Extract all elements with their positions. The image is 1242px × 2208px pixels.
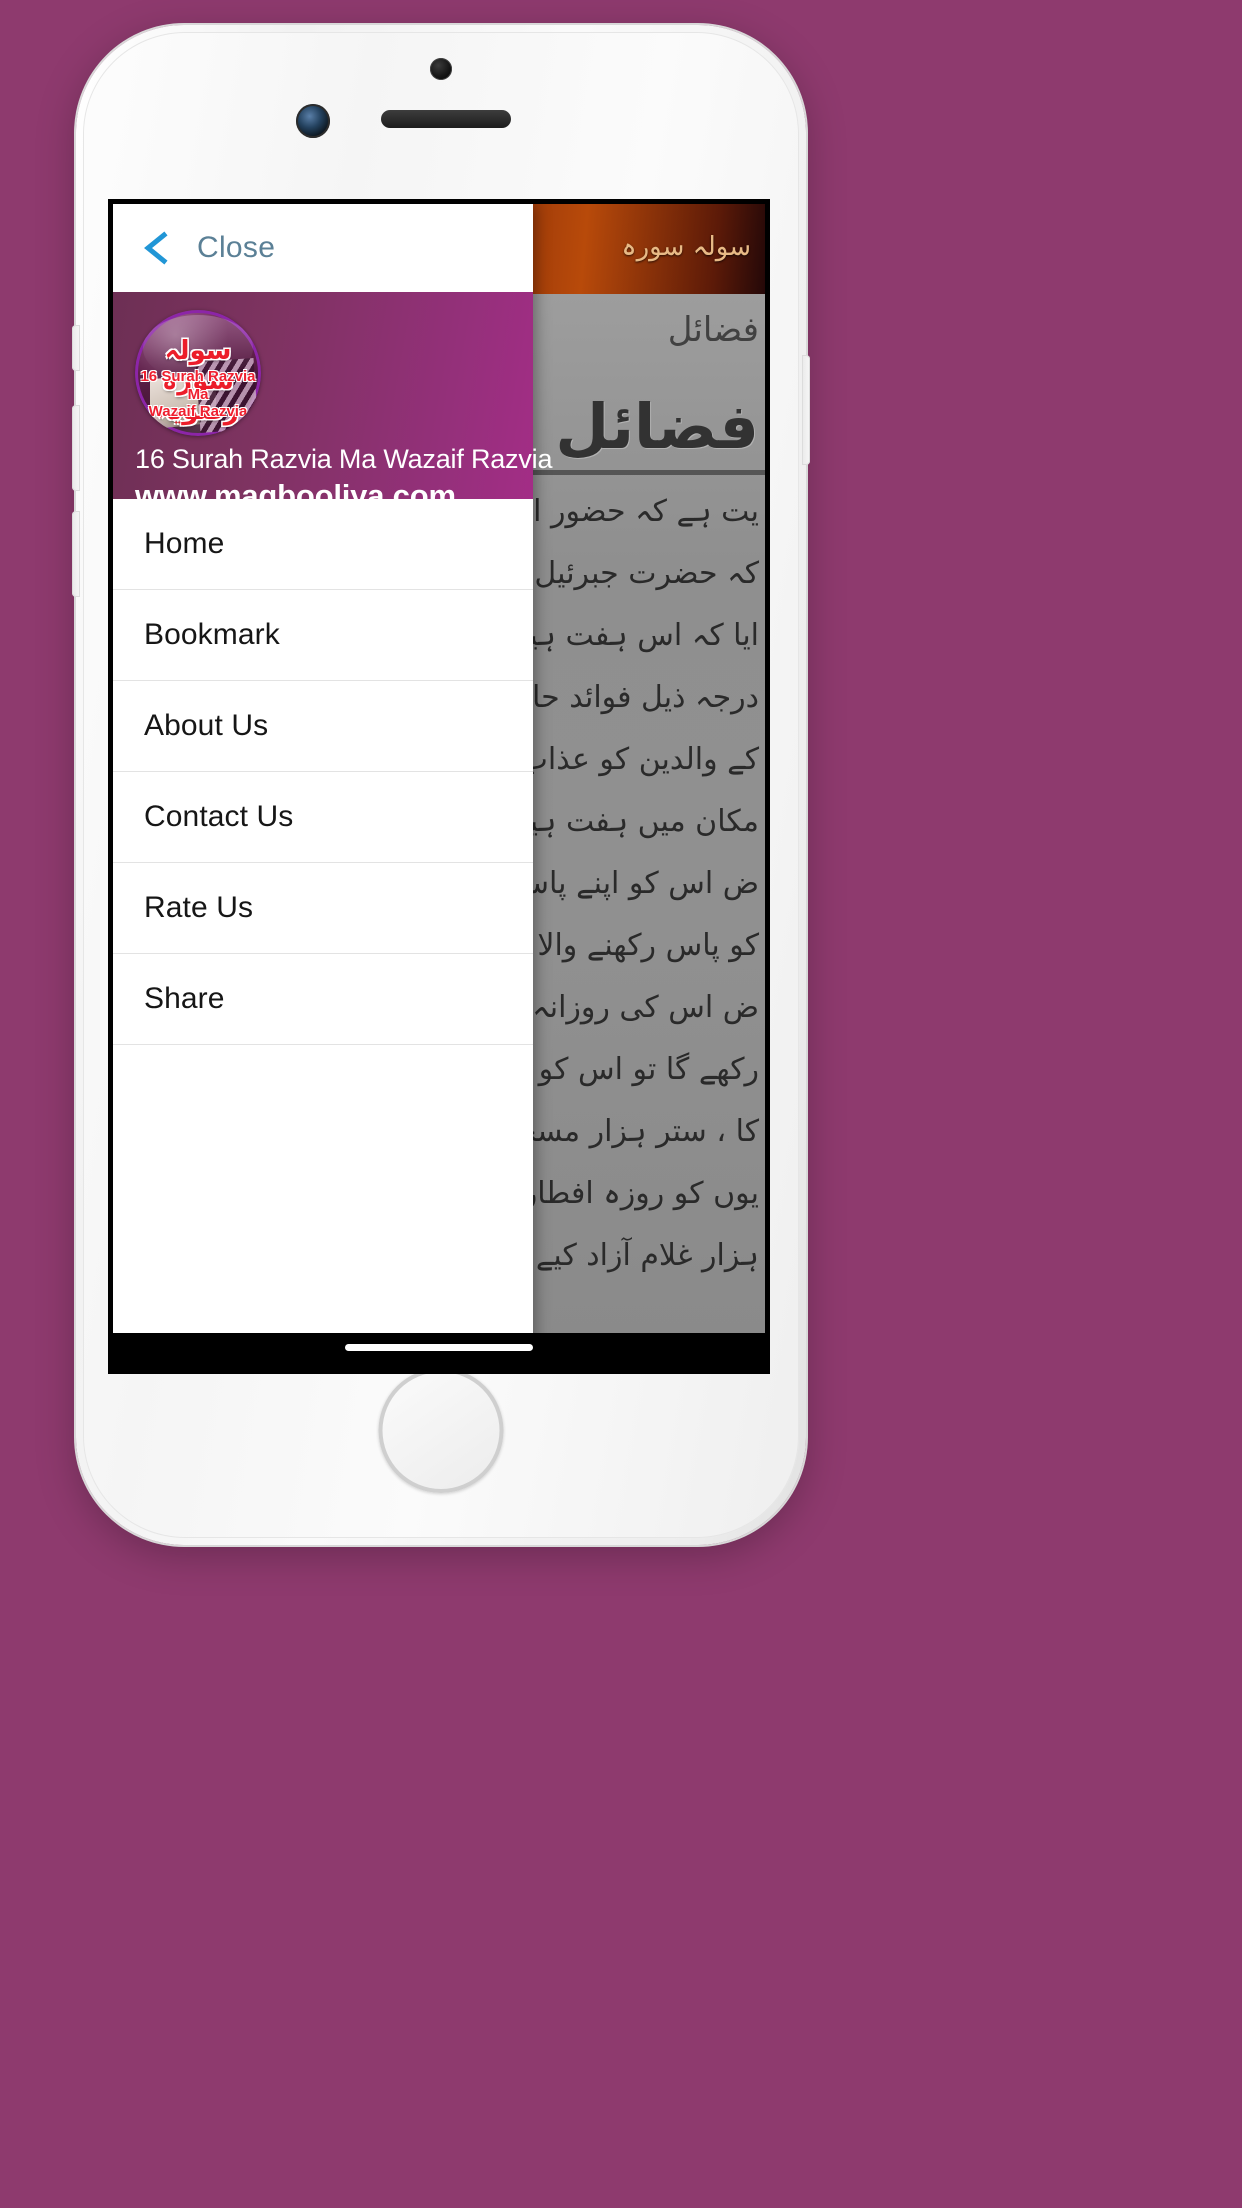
volume-down-button[interactable]	[72, 511, 80, 597]
drawer-close-bar[interactable]: Close	[113, 204, 533, 292]
app-logo-icon: سولہ سورہ رضویہ 16 Surah Razvia Ma Wazai…	[135, 310, 261, 436]
logo-caption-line-3: Wazaif Razvia	[148, 403, 248, 421]
close-button-label[interactable]: Close	[197, 231, 275, 265]
front-camera-icon	[296, 104, 330, 138]
navigation-drawer: Close سولہ سورہ رضویہ 16 Surah Razvia Ma…	[113, 204, 553, 1359]
volume-up-button[interactable]	[72, 405, 80, 491]
logo-caption: 16 Surah Razvia Ma Wazaif Razvia	[135, 368, 261, 421]
logo-caption-line-2: Ma	[187, 385, 209, 403]
power-button[interactable]	[802, 355, 810, 465]
drawer-menu-item-label: About Us	[144, 709, 269, 742]
drawer-menu-item-label: Bookmark	[144, 618, 280, 651]
drawer-menu-item-bookmark[interactable]: Bookmark	[113, 590, 533, 681]
home-indicator[interactable]	[345, 1344, 533, 1351]
mute-switch[interactable]	[72, 325, 80, 371]
drawer-menu-list: Home Bookmark About Us Contact Us Rate Us Sha…	[113, 499, 533, 1359]
speaker-grill-icon	[381, 110, 511, 128]
drawer-menu-item-rate-us[interactable]: Rate Us	[113, 863, 533, 954]
camera-icon	[430, 58, 452, 80]
drawer-menu-item-label: Contact Us	[144, 800, 294, 833]
phone-screen: سولہ سورہ فضائل فضائل یت ہے کہ حضور انور…	[108, 199, 770, 1374]
app-screen: سولہ سورہ فضائل فضائل یت ہے کہ حضور انور…	[113, 204, 765, 1359]
drawer-menu-item-about-us[interactable]: About Us	[113, 681, 533, 772]
drawer-header: سولہ سورہ رضویہ 16 Surah Razvia Ma Wazai…	[113, 292, 553, 513]
drawer-menu-item-contact-us[interactable]: Contact Us	[113, 772, 533, 863]
content-banner-title: سولہ سورہ	[621, 232, 751, 262]
home-button-icon[interactable]	[378, 1368, 504, 1493]
drawer-menu-item-label: Rate Us	[144, 891, 254, 924]
drawer-menu-item-label: Share	[144, 982, 225, 1015]
back-chevron-icon[interactable]	[139, 230, 175, 266]
drawer-menu-item-share[interactable]: Share	[113, 954, 533, 1045]
app-website: www.maqbooliya.com	[135, 478, 456, 513]
logo-caption-line-1: 16 Surah Razvia	[140, 368, 256, 385]
phone-mockup: سولہ سورہ فضائل فضائل یت ہے کہ حضور انور…	[72, 25, 810, 1545]
drawer-menu-item-label: Home	[144, 527, 225, 560]
app-title: 16 Surah Razvia Ma Wazaif Razvia	[135, 444, 553, 474]
